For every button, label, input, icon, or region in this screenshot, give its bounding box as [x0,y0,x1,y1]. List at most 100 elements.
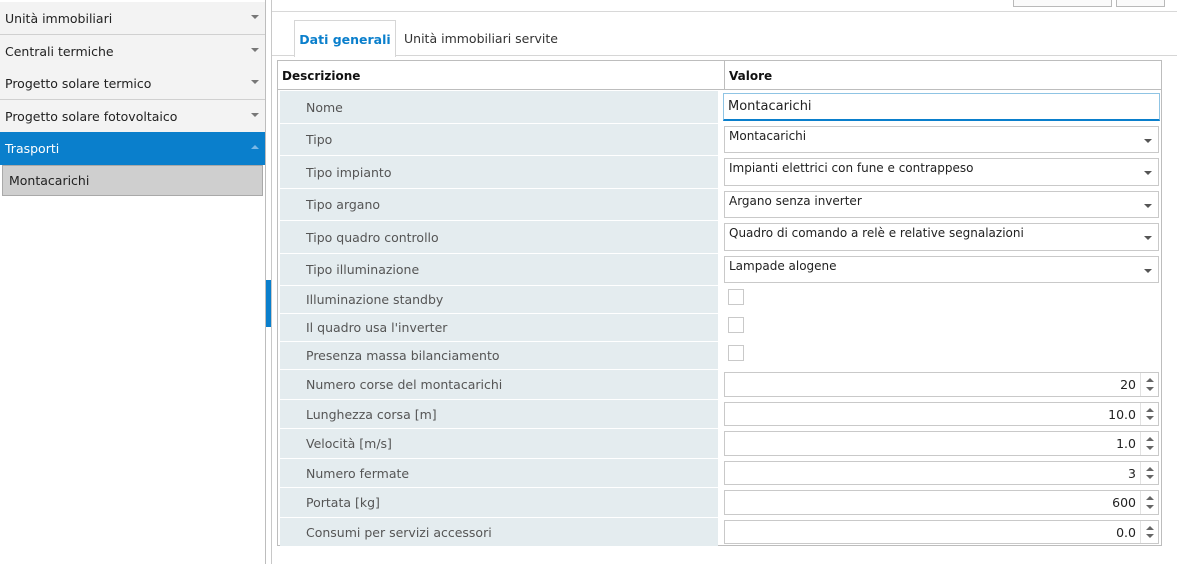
row-label: Numero fermate [280,459,718,487]
sidebar-subitem-montacarichi[interactable]: Montacarichi [2,165,263,196]
chevron-down-icon [1144,236,1152,240]
grid-row-tipo-illuminazione: Tipo illuminazione Lampade alogene [278,254,1161,286]
massa-bilanciamento-checkbox[interactable] [728,345,744,361]
consumi-stepper[interactable]: 0.0 [724,520,1159,544]
stepper-value: 0.0 [1116,524,1136,540]
spin-up-icon[interactable] [1146,437,1154,441]
grid-row-lunghezza-corsa: Lunghezza corsa [m] 10.0 [278,400,1161,429]
chevron-down-icon [1144,204,1152,208]
stepper-value: 600 [1112,495,1136,510]
tipo-select[interactable]: Montacarichi [724,126,1159,153]
spin-down-icon[interactable] [1146,446,1154,450]
grid-row-portata: Portata [kg] 600 [278,488,1161,518]
column-header-valore[interactable]: Valore [724,61,772,90]
tab-dati-generali[interactable]: Dati generali [294,20,396,57]
property-grid: Descrizione Valore Nome Tipo Montacarich… [277,60,1162,546]
sidebar-item-centrali-termiche[interactable]: Centrali termiche [0,35,265,68]
sidebar-item-trasporti[interactable]: Trasporti [0,132,265,165]
spin-up-icon[interactable] [1146,378,1154,382]
tab-label: Unità immobiliari servite [404,30,558,46]
quadro-inverter-checkbox[interactable] [728,317,744,333]
stepper-buttons[interactable] [1140,432,1158,455]
grid-row-illuminazione-standby: Illuminazione standby [278,286,1161,314]
chevron-down-icon [1144,171,1152,175]
stepper-value: 20 [1120,377,1136,392]
toolbar-button[interactable] [1013,0,1112,7]
chevron-down-icon [251,80,259,84]
spin-down-icon[interactable] [1146,387,1154,391]
row-label: Tipo [280,124,718,155]
grid-row-tipo-argano: Tipo argano Argano senza inverter [278,189,1161,221]
select-value: Lampade alogene [729,259,837,273]
spin-down-icon[interactable] [1146,416,1154,420]
stepper-value: 10.0 [1108,406,1136,422]
sidebar-item-solare-termico[interactable]: Progetto solare termico [0,67,265,100]
row-label: Lunghezza corsa [m] [280,400,718,428]
stepper-value: 3 [1128,465,1136,481]
illuminazione-standby-checkbox[interactable] [728,289,744,305]
tipo-illuminazione-select[interactable]: Lampade alogene [724,256,1159,283]
tipo-quadro-select[interactable]: Quadro di comando a relè e relative segn… [724,223,1159,251]
stepper-buttons[interactable] [1140,521,1158,543]
sidebar-item-solare-fotovoltaico[interactable]: Progetto solare fotovoltaico [0,100,265,133]
row-label: Numero corse del montacarichi [280,370,718,399]
panel-divider [271,0,272,564]
row-label: Portata [kg] [280,488,718,517]
velocita-stepper[interactable]: 1.0 [724,431,1159,456]
stepper-buttons[interactable] [1140,462,1158,484]
portata-stepper[interactable]: 600 [724,490,1159,515]
chevron-up-icon [251,145,259,149]
spin-down-icon[interactable] [1146,505,1154,509]
grid-row-numero-corse: Numero corse del montacarichi 20 [278,370,1161,400]
stepper-buttons[interactable] [1140,491,1158,514]
grid-row-velocita: Velocità [m/s] 1.0 [278,429,1161,459]
spin-down-icon[interactable] [1146,475,1154,479]
spin-up-icon[interactable] [1146,467,1154,471]
chevron-down-icon [1144,139,1152,143]
sidebar-item-label: Unità immobiliari [5,10,113,26]
numero-fermate-stepper[interactable]: 3 [724,461,1159,485]
sidebar-subitem-label: Montacarichi [9,173,90,188]
stepper-value: 1.0 [1116,436,1136,451]
grid-row-tipo-quadro: Tipo quadro controllo Quadro di comando … [278,221,1161,254]
spin-up-icon[interactable] [1146,408,1154,412]
navigation-sidebar: Unità immobiliari Centrali termiche Prog… [0,0,266,564]
tab-label: Dati generali [299,31,391,47]
row-label: Tipo argano [280,189,718,220]
spin-up-icon[interactable] [1146,526,1154,530]
grid-row-consumi: Consumi per servizi accessori 0.0 [278,518,1161,547]
spin-down-icon[interactable] [1146,534,1154,538]
row-label: Consumi per servizi accessori [280,518,718,546]
lunghezza-corsa-stepper[interactable]: 10.0 [724,402,1159,426]
row-label: Tipo quadro controllo [280,221,718,253]
row-label: Il quadro usa l'inverter [280,314,718,341]
grid-row-nome: Nome [278,91,1161,124]
select-value: Argano senza inverter [729,194,862,208]
grid-row-quadro-inverter: Il quadro usa l'inverter [278,314,1161,342]
column-header-descrizione[interactable]: Descrizione [282,61,360,90]
row-label: Nome [280,91,718,123]
chevron-down-icon [251,15,259,19]
grid-row-numero-fermate: Numero fermate 3 [278,459,1161,488]
chevron-down-icon [251,113,259,117]
tipo-argano-select[interactable]: Argano senza inverter [724,191,1159,218]
tab-unita-immobiliari-servite[interactable]: Unità immobiliari servite [398,20,564,56]
numero-corse-stepper[interactable]: 20 [724,372,1159,397]
grid-header: Descrizione Valore [278,61,1161,90]
tipo-impianto-select[interactable]: Impianti elettrici con fune e contrappes… [724,158,1159,186]
select-value: Montacarichi [729,129,807,143]
select-value: Quadro di comando a relè e relative segn… [729,226,1024,240]
chevron-down-icon [1144,269,1152,273]
stepper-buttons[interactable] [1140,403,1158,425]
grid-row-tipo-impianto: Tipo impianto Impianti elettrici con fun… [278,156,1161,189]
sidebar-item-label: Trasporti [5,140,60,156]
sidebar-item-unita-immobiliari[interactable]: Unità immobiliari [0,2,265,35]
row-label: Presenza massa bilanciamento [280,342,718,369]
sidebar-item-label: Progetto solare fotovoltaico [5,108,178,124]
spin-up-icon[interactable] [1146,496,1154,500]
stepper-buttons[interactable] [1140,373,1158,396]
nome-input[interactable] [723,93,1160,121]
toolbar-button[interactable] [1116,0,1165,7]
sidebar-item-label: Progetto solare termico [5,75,152,91]
row-label: Tipo impianto [280,156,718,188]
